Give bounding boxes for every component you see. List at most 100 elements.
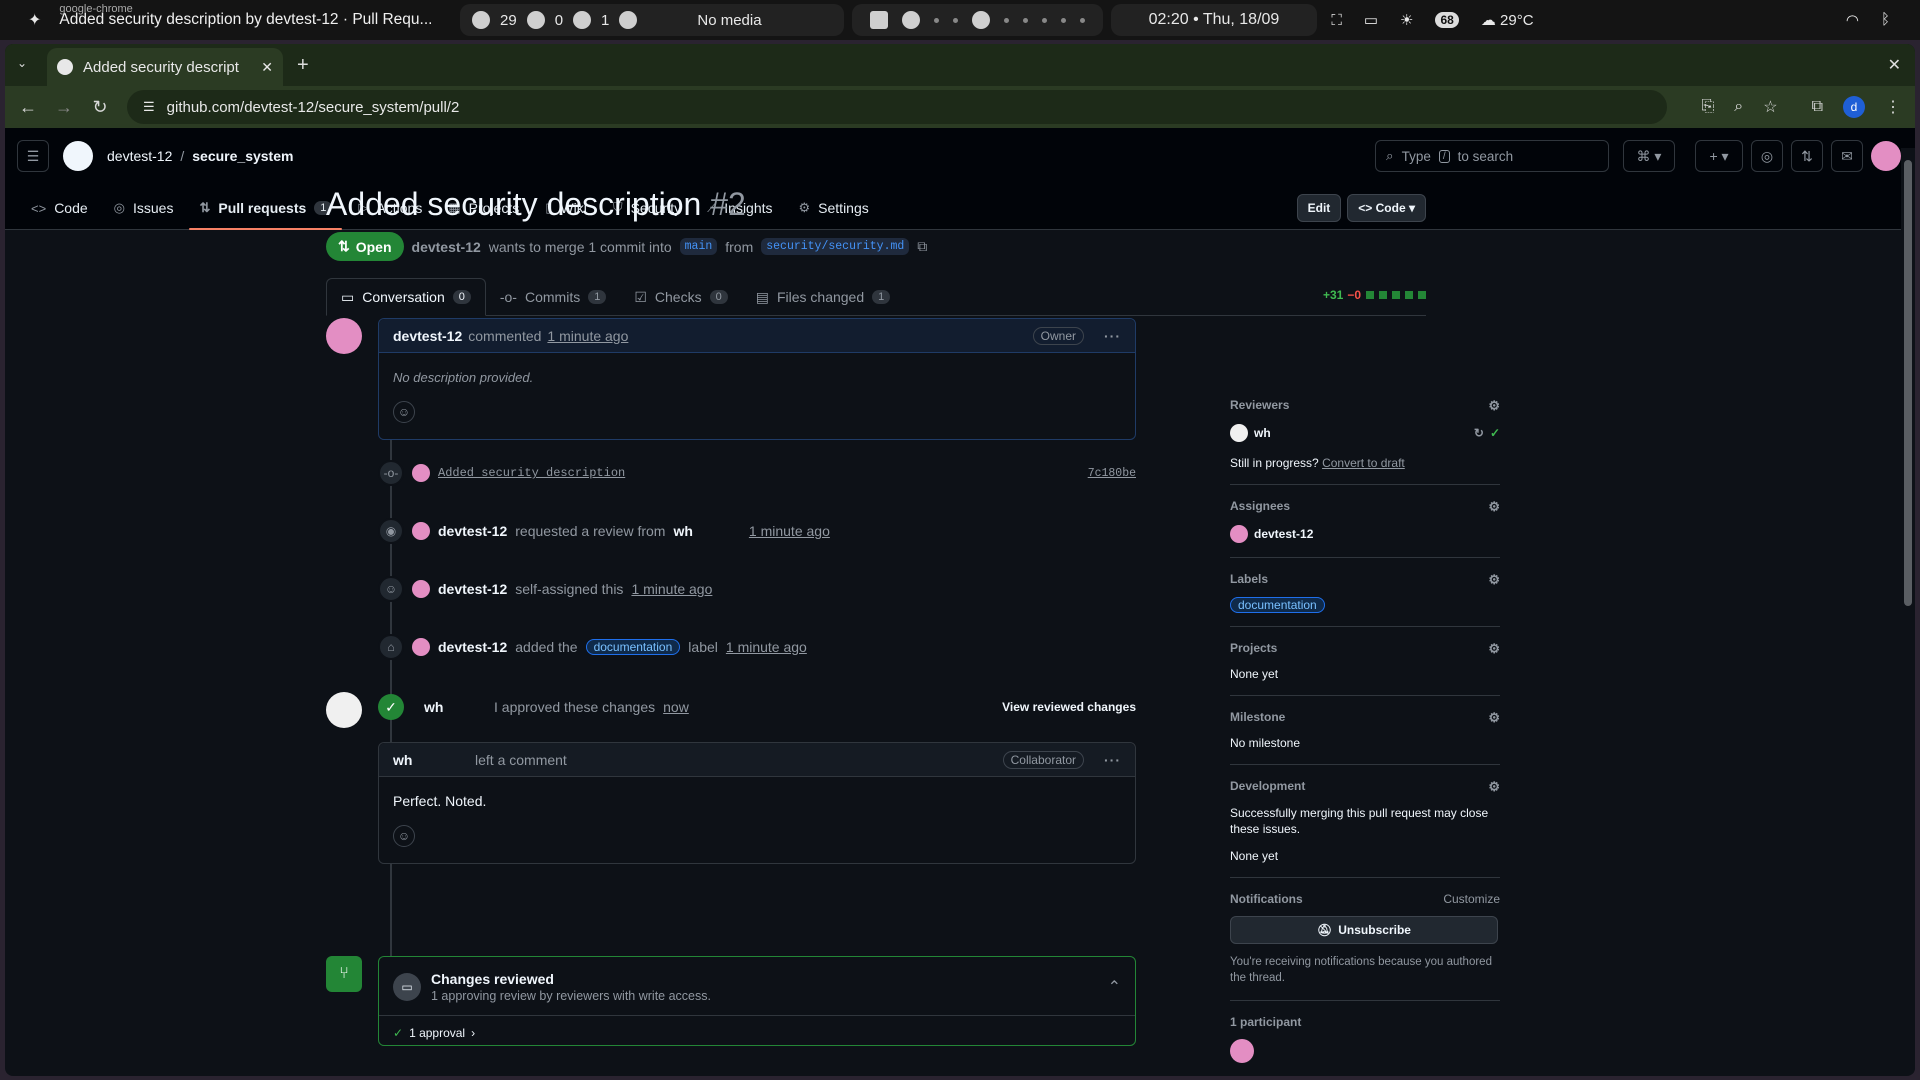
view-reviewed-changes-link[interactable]: View reviewed changes (1002, 700, 1136, 714)
gear-icon[interactable]: ⚙ (1488, 779, 1500, 795)
workspace-dot[interactable] (1003, 17, 1009, 23)
event-author[interactable]: devtest-12 (438, 523, 507, 539)
gear-icon[interactable]: ⚙ (1488, 710, 1500, 726)
bluetooth-icon[interactable]: ᛒ (1881, 11, 1890, 29)
sparkle-icon[interactable]: ✦ (28, 10, 41, 30)
owner-link[interactable]: devtest-12 (107, 148, 172, 164)
event-author[interactable]: devtest-12 (438, 581, 507, 597)
install-app-icon[interactable]: ⎘ (1701, 98, 1714, 116)
forward-icon[interactable]: → (55, 97, 73, 118)
avatar[interactable] (1230, 525, 1248, 543)
close-window-icon[interactable]: ✕ (1888, 55, 1901, 75)
tab-issues[interactable]: ◎ Issues (104, 200, 184, 230)
new-tab-icon[interactable]: + (297, 54, 309, 77)
zoom-icon[interactable]: ⌕ (1734, 98, 1743, 116)
hamburger-menu-icon[interactable]: ☰ (17, 140, 49, 172)
reviewer-name[interactable]: wh (424, 699, 486, 715)
tab-commits[interactable]: -o- Commits 1 (486, 278, 620, 316)
author-avatar[interactable] (326, 318, 362, 354)
workspace-dot[interactable] (1041, 17, 1047, 23)
copilot-button[interactable]: ⌘ ▾ (1623, 140, 1675, 172)
workspace-dot[interactable] (933, 17, 939, 23)
tab-files-changed[interactable]: ▤ Files changed 1 (742, 278, 905, 316)
pull-requests-icon[interactable]: ⇅ (1791, 140, 1823, 172)
approvals-row[interactable]: ✓ 1 approval › (379, 1015, 1135, 1050)
approval-timestamp[interactable]: now (663, 699, 689, 715)
github-logo-icon[interactable] (63, 141, 93, 171)
workspace-icon[interactable] (901, 11, 920, 29)
re-request-icon[interactable]: ↻ (1474, 426, 1484, 440)
workspace-dot[interactable] (1079, 17, 1085, 23)
menu-kebab-icon[interactable]: ⋮ (1885, 97, 1901, 117)
workspace-dot[interactable] (1060, 17, 1066, 23)
label-chip[interactable]: documentation (585, 639, 681, 655)
site-info-icon[interactable]: ☰ (143, 99, 155, 115)
avatar[interactable] (412, 638, 430, 656)
profile-avatar[interactable]: d (1843, 96, 1865, 118)
close-tab-icon[interactable]: ✕ (261, 59, 273, 76)
comment-author[interactable]: devtest-12 (393, 328, 462, 344)
extensions-icon[interactable]: ⧉ (1812, 98, 1823, 116)
issues-icon[interactable]: ◎ (1751, 140, 1783, 172)
workspaces[interactable] (851, 4, 1103, 36)
reload-icon[interactable]: ↻ (91, 97, 109, 118)
comment-author[interactable]: wh (393, 752, 469, 768)
gear-icon[interactable]: ⚙ (1488, 398, 1500, 414)
scrollbar-thumb[interactable] (1904, 160, 1912, 606)
unsubscribe-button[interactable]: 🔕︎ Unsubscribe (1230, 916, 1498, 944)
workspace-dot[interactable] (1022, 17, 1028, 23)
create-new-button[interactable]: + ▾ (1695, 140, 1743, 172)
browser-tab[interactable]: Added security descript ✕ (47, 48, 283, 86)
tab-code[interactable]: <> Code (21, 200, 98, 230)
bookmark-star-icon[interactable]: ☆ (1763, 97, 1777, 117)
more-options-icon[interactable]: ··· (1104, 752, 1121, 768)
commit-sha[interactable]: 7c180be (1088, 467, 1136, 480)
code-dropdown-button[interactable]: <> Code ▾ (1347, 194, 1426, 222)
tab-conversation[interactable]: ▭ Conversation 0 (326, 278, 486, 316)
search-input[interactable]: ⌕ Type / to search (1375, 140, 1609, 172)
comment-timestamp[interactable]: 1 minute ago (547, 328, 628, 344)
gear-icon[interactable]: ⚙ (1488, 572, 1500, 588)
keyboard-icon[interactable]: ▭ (1364, 11, 1378, 29)
base-branch[interactable]: main (679, 238, 718, 255)
more-options-icon[interactable]: ··· (1104, 328, 1121, 344)
address-bar[interactable]: ☰ github.com/devtest-12/secure_system/pu… (127, 90, 1668, 124)
user-avatar[interactable] (1871, 141, 1901, 171)
reviewer-name[interactable]: wh (1254, 426, 1271, 440)
event-timestamp[interactable]: 1 minute ago (631, 581, 712, 597)
author-link[interactable]: devtest-12 (412, 239, 481, 255)
reviewer-avatar[interactable] (326, 692, 362, 728)
wifi-icon[interactable]: ◠ (1846, 11, 1859, 29)
participant-avatar[interactable] (1230, 1039, 1254, 1063)
customize-link[interactable]: Customize (1443, 892, 1500, 906)
gear-icon[interactable]: ⚙ (1488, 641, 1500, 657)
github-icon[interactable] (971, 11, 990, 29)
add-reaction-icon[interactable]: ☺ (393, 401, 415, 423)
tab-pull-requests[interactable]: ⇅ Pull requests 1 (189, 200, 343, 230)
tab-search-icon[interactable]: ⌄ (17, 56, 27, 70)
label-chip[interactable]: documentation (1230, 597, 1325, 613)
folder-icon[interactable] (869, 11, 888, 29)
avatar[interactable] (412, 580, 430, 598)
edit-title-button[interactable]: Edit (1296, 194, 1342, 222)
add-reaction-icon[interactable]: ☺ (393, 825, 415, 847)
reviewer-link[interactable]: wh (673, 523, 692, 539)
event-author[interactable]: devtest-12 (438, 639, 507, 655)
scrollbar[interactable] (1901, 148, 1915, 1074)
repo-link[interactable]: secure_system (192, 148, 293, 164)
tab-checks[interactable]: ☑ Checks 0 (620, 278, 741, 316)
workspace-dot[interactable] (952, 17, 958, 23)
avatar[interactable] (412, 464, 430, 482)
url-text[interactable]: github.com/devtest-12/secure_system/pull… (167, 99, 460, 116)
collapse-icon[interactable]: ⌃ (1108, 977, 1121, 997)
back-icon[interactable]: ← (19, 97, 37, 118)
assignee-name[interactable]: devtest-12 (1254, 527, 1313, 541)
inbox-icon[interactable]: ✉ (1831, 140, 1863, 172)
avatar[interactable] (412, 522, 430, 540)
gear-icon[interactable]: ⚙ (1488, 499, 1500, 515)
event-timestamp[interactable]: 1 minute ago (749, 523, 830, 539)
commit-message[interactable]: Added security description (438, 466, 625, 480)
avatar[interactable] (1230, 424, 1248, 442)
brightness-icon[interactable]: ☀ (1400, 11, 1413, 29)
event-timestamp[interactable]: 1 minute ago (726, 639, 807, 655)
